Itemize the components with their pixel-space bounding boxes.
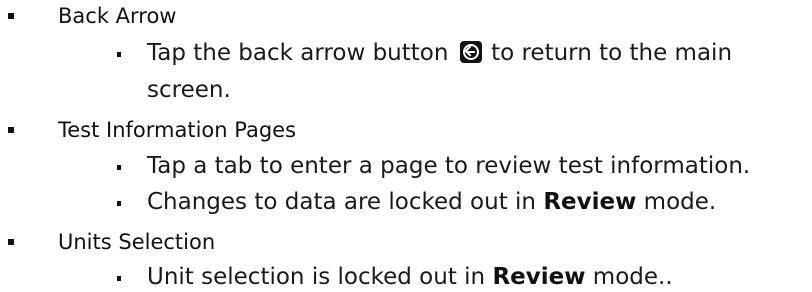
- item-text: Changes to data are locked out in: [147, 189, 544, 215]
- item-text: to return to the main: [491, 40, 733, 66]
- item-text: Unit selection is locked out in: [147, 264, 493, 290]
- square-bullet-icon: [8, 127, 14, 133]
- review-mode-label: Review: [543, 189, 637, 215]
- back-arrow-icon: [459, 41, 482, 63]
- square-bullet-icon: [8, 13, 14, 19]
- review-mode-label: Review: [492, 264, 586, 290]
- small-square-bullet-icon: [117, 276, 121, 281]
- item-text: mode.: [636, 189, 717, 215]
- small-square-bullet-icon: [117, 201, 121, 206]
- item-text: screen.: [147, 77, 231, 103]
- square-bullet-icon: [8, 239, 14, 245]
- item-text: Tap the back arrow button: [147, 40, 449, 66]
- section-title: Back Arrow: [58, 4, 177, 28]
- small-square-bullet-icon: [117, 52, 121, 57]
- section-title: Units Selection: [58, 230, 216, 254]
- help-document: Back Arrow Tap the back arrow button to …: [0, 0, 812, 290]
- small-square-bullet-icon: [117, 165, 121, 170]
- item-text: Tap a tab to enter a page to review test…: [147, 153, 751, 179]
- section-title: Test Information Pages: [58, 118, 297, 142]
- item-text: mode..: [585, 264, 673, 290]
